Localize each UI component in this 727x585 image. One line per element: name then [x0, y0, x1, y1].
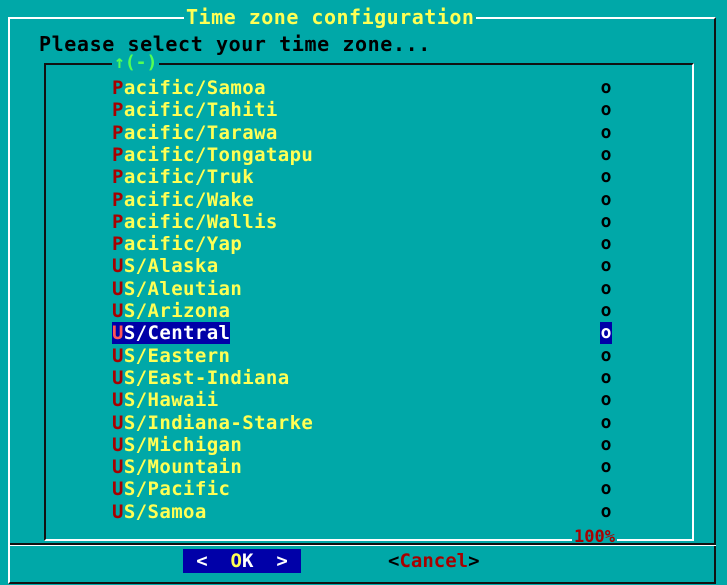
ok-button[interactable]: < OK >: [183, 549, 301, 573]
timezone-name: S/Alaska: [123, 255, 219, 278]
ok-button-hotkey: O: [230, 550, 242, 572]
dialog-prompt: Please select your time zone...: [39, 32, 431, 56]
timezone-name: S/Eastern: [123, 344, 231, 367]
ok-button-rest: K >: [242, 550, 288, 572]
timezone-hotkey: U: [112, 478, 124, 501]
timezone-radio[interactable]: o: [600, 412, 612, 434]
timezone-radio[interactable]: o: [600, 367, 612, 389]
timezone-radio[interactable]: o: [600, 434, 612, 456]
timezone-hotkey: U: [112, 500, 124, 523]
timezone-name: acific/Samoa: [123, 77, 266, 99]
timezone-label[interactable]: US/Mountain: [112, 456, 242, 478]
timezone-label[interactable]: Pacific/Tarawa: [112, 122, 278, 144]
scroll-up-indicator: ↑(-): [112, 52, 160, 73]
timezone-radio[interactable]: o: [600, 189, 612, 211]
timezone-hotkey: U: [112, 411, 124, 434]
timezone-label[interactable]: US/Pacific: [112, 478, 230, 500]
timezone-name: acific/Tarawa: [123, 121, 278, 144]
timezone-radio[interactable]: o: [600, 389, 612, 411]
timezone-hotkey: U: [112, 322, 124, 345]
timezone-radio[interactable]: o: [600, 278, 612, 300]
timezone-name: S/Samoa: [123, 500, 207, 523]
timezone-hotkey: P: [112, 166, 124, 189]
timezone-hotkey: P: [112, 210, 124, 233]
timezone-hotkey: U: [112, 389, 124, 412]
timezone-label[interactable]: US/Alaska: [112, 255, 219, 277]
timezone-name: S/Michigan: [123, 433, 243, 456]
timezone-hotkey: U: [112, 300, 124, 322]
timezone-name: acific/Wake: [123, 188, 255, 211]
cancel-button-label: Cancel: [399, 550, 469, 572]
timezone-radio[interactable]: o: [600, 144, 612, 166]
timezone-radio[interactable]: o: [600, 255, 612, 277]
timezone-name: acific/Wallis: [123, 210, 278, 233]
timezone-radio[interactable]: o: [600, 122, 612, 144]
timezone-hotkey: U: [112, 456, 124, 479]
timezone-radio[interactable]: o: [600, 77, 612, 99]
timezone-label[interactable]: US/Aleutian: [112, 278, 242, 300]
timezone-label[interactable]: Pacific/Samoa: [112, 77, 266, 99]
timezone-hotkey: P: [112, 233, 124, 256]
timezone-hotkey: U: [112, 255, 124, 278]
timezone-name: S/Arizona: [123, 300, 231, 322]
timezone-name: acific/Tongatapu: [123, 143, 314, 166]
timezone-hotkey: U: [112, 344, 124, 367]
timezone-name: S/Aleutian: [123, 277, 243, 300]
timezone-label[interactable]: US/East-Indiana: [112, 367, 290, 389]
cancel-button-open: <: [388, 550, 400, 572]
timezone-radio[interactable]: o: [600, 99, 612, 121]
timezone-label[interactable]: US/Hawaii: [112, 389, 219, 411]
cancel-button[interactable]: <Cancel>: [388, 549, 480, 573]
timezone-label[interactable]: Pacific/Yap: [112, 233, 242, 255]
timezone-radio[interactable]: o: [600, 233, 612, 255]
timezone-label[interactable]: US/Samoa: [112, 501, 207, 523]
timezone-radio[interactable]: o: [600, 166, 612, 188]
timezone-hotkey: P: [112, 77, 124, 99]
timezone-label[interactable]: US/Eastern: [112, 345, 230, 367]
timezone-radio[interactable]: o: [600, 478, 612, 500]
timezone-name: S/Hawaii: [123, 389, 219, 412]
timezone-radio[interactable]: o: [600, 456, 612, 478]
timezone-name: acific/Tahiti: [123, 99, 278, 122]
timezone-name: S/Indiana-Starke: [123, 411, 314, 434]
timezone-hotkey: P: [112, 188, 124, 211]
timezone-label[interactable]: US/Central: [112, 322, 231, 345]
timezone-name: acific/Yap: [123, 233, 243, 256]
button-separator-highlight: [10, 545, 716, 546]
timezone-label[interactable]: US/Indiana-Starke: [112, 412, 313, 434]
ok-button-left: <: [196, 550, 231, 572]
timezone-radio[interactable]: o: [600, 345, 612, 367]
timezone-label[interactable]: Pacific/Truk: [112, 166, 254, 188]
timezone-hotkey: U: [112, 366, 124, 389]
timezone-hotkey: U: [112, 277, 124, 300]
timezone-label[interactable]: Pacific/Wallis: [112, 211, 278, 233]
timezone-name: S/Mountain: [123, 456, 243, 479]
timezone-hotkey: P: [112, 121, 124, 144]
timezone-radio[interactable]: o: [600, 300, 612, 322]
timezone-label[interactable]: US/Arizona: [112, 300, 230, 322]
timezone-radio[interactable]: o: [600, 322, 612, 345]
timezone-label[interactable]: US/Michigan: [112, 434, 242, 456]
timezone-hotkey: P: [112, 143, 124, 166]
timezone-label[interactable]: Pacific/Tongatapu: [112, 144, 313, 166]
timezone-name: S/East-Indiana: [123, 366, 290, 389]
timezone-name: S/Central: [123, 322, 231, 345]
timezone-label[interactable]: Pacific/Wake: [112, 189, 254, 211]
cancel-button-close: >: [468, 550, 480, 572]
timezone-hotkey: P: [112, 99, 124, 122]
timezone-radio[interactable]: o: [600, 501, 612, 523]
timezone-radio[interactable]: o: [600, 211, 612, 233]
dialog-title: Time zone configuration: [184, 5, 477, 29]
timezone-name: acific/Truk: [123, 166, 255, 189]
timezone-hotkey: U: [112, 433, 124, 456]
timezone-label[interactable]: Pacific/Tahiti: [112, 99, 278, 121]
timezone-name: S/Pacific: [123, 478, 231, 501]
timezone-dialog: Time zone configuration Please select yo…: [0, 0, 727, 585]
